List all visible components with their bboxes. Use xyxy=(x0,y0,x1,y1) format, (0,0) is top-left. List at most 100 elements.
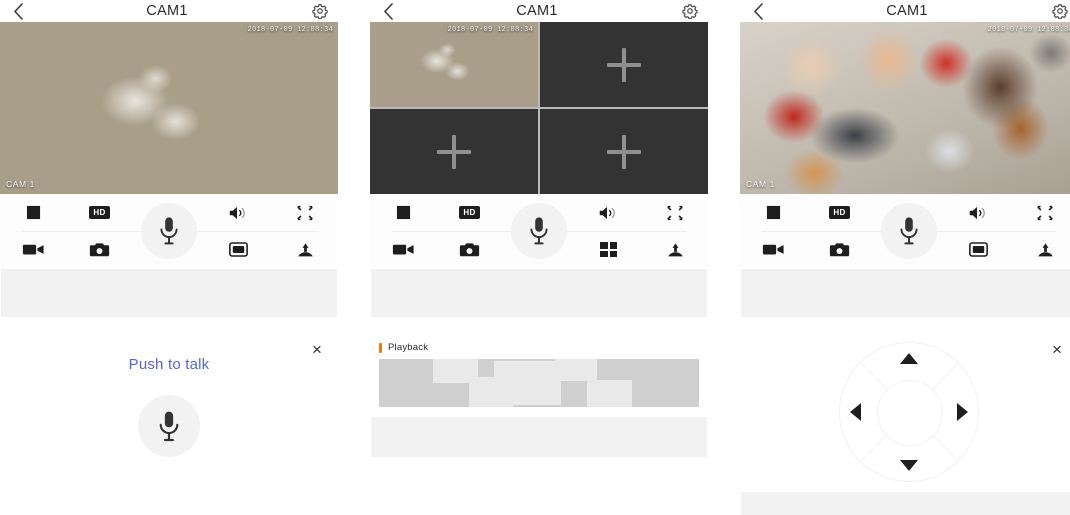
quad-cell-glyph xyxy=(600,250,608,257)
ptz-foot-band xyxy=(741,492,1070,515)
gear-glyph xyxy=(1052,4,1068,19)
layout-single-button[interactable] xyxy=(954,233,1004,267)
gear-glyph xyxy=(312,4,328,19)
ptz-right-button[interactable] xyxy=(957,403,968,421)
single-view-icon xyxy=(229,242,248,257)
panel-gutter-1 xyxy=(338,0,370,515)
stop-icon xyxy=(396,205,410,220)
band-gap-2 xyxy=(370,317,708,328)
video-record-icon xyxy=(762,244,784,255)
volume-button[interactable] xyxy=(214,196,264,230)
mic-toggle-button[interactable] xyxy=(881,203,937,259)
quad-cell-2[interactable] xyxy=(540,22,708,107)
fullscreen-button[interactable] xyxy=(650,196,700,230)
video-stage-quad[interactable]: 2018-07-09 12:08:34 xyxy=(370,22,708,194)
ptz-button[interactable] xyxy=(650,233,700,267)
stop-icon xyxy=(26,205,40,220)
speaker-icon xyxy=(229,206,245,219)
ptz-left-button[interactable] xyxy=(850,403,861,421)
snapshot-button[interactable] xyxy=(445,233,495,267)
gear-glyph xyxy=(682,4,698,19)
quality-button[interactable]: HD xyxy=(445,196,495,230)
stop-button[interactable] xyxy=(748,196,798,230)
video-frame-supermarket xyxy=(740,22,1070,194)
quad-grid: 2018-07-09 12:08:34 xyxy=(370,22,708,194)
stop-button[interactable] xyxy=(378,196,428,230)
ptz-down-button[interactable] xyxy=(900,460,918,471)
playback-timeline[interactable] xyxy=(379,359,699,407)
video-camera-label: CAM 1 xyxy=(6,179,35,189)
volume-button[interactable] xyxy=(954,196,1004,230)
single-view-icon xyxy=(969,242,988,257)
hd-badge: HD xyxy=(89,206,110,219)
quad-cell-3[interactable] xyxy=(370,109,538,194)
record-button[interactable] xyxy=(8,233,58,267)
stop-button[interactable] xyxy=(8,196,58,230)
panel-gutter-2 xyxy=(708,0,740,515)
layout-single-button[interactable] xyxy=(214,233,264,267)
playback-foot-band xyxy=(371,417,707,457)
layout-quad-button[interactable] xyxy=(584,233,634,267)
quad-cell-4[interactable] xyxy=(540,109,708,194)
microphone-icon xyxy=(159,411,179,441)
speaker-icon xyxy=(599,206,615,219)
panel-quad-playback: CAM1 2018-07-09 12:08:34 HD Playback xyxy=(370,0,708,515)
snapshot-button[interactable] xyxy=(815,233,865,267)
filler-band-1 xyxy=(1,269,337,317)
close-icon[interactable]: × xyxy=(307,339,327,359)
video-record-icon xyxy=(392,244,414,255)
page-title: CAM1 xyxy=(146,3,188,19)
quality-button[interactable]: HD xyxy=(815,196,865,230)
chevron-left-glyph xyxy=(13,2,23,20)
player-toolbar-3: HD xyxy=(740,194,1070,268)
mic-toggle-button[interactable] xyxy=(141,203,197,259)
ptz-foot-gap xyxy=(740,482,1070,492)
record-button[interactable] xyxy=(748,233,798,267)
video-stage-1[interactable]: 2018-07-09 12:08:34 CAM 1 xyxy=(0,22,338,194)
fullscreen-icon xyxy=(1037,205,1053,220)
quad-cell-glyph xyxy=(609,250,617,257)
camera-icon xyxy=(89,242,110,256)
fullscreen-button[interactable] xyxy=(280,196,330,230)
playback-title: Playback xyxy=(388,342,429,353)
player-toolbar-1: HD xyxy=(0,194,338,268)
video-stage-3[interactable]: 2018-07-09 12:08:34 CAM 1 xyxy=(740,22,1070,194)
band-gap-3 xyxy=(740,317,1070,328)
push-to-talk-button[interactable] xyxy=(138,395,200,457)
add-camera-icon xyxy=(437,134,471,169)
quad-cell-glyph xyxy=(609,242,617,249)
app-header-1: CAM1 xyxy=(0,0,338,22)
ptz-button[interactable] xyxy=(1020,233,1070,267)
player-toolbar-2: HD xyxy=(370,194,708,268)
fullscreen-icon xyxy=(667,205,683,220)
hd-badge: HD xyxy=(459,206,480,219)
app-header-3: CAM1 xyxy=(740,0,1070,22)
hd-badge: HD xyxy=(829,206,850,219)
quad-cell-1[interactable]: 2018-07-09 12:08:34 xyxy=(370,22,538,107)
timeline-segment[interactable] xyxy=(555,359,597,382)
speaker-icon xyxy=(969,206,985,219)
fullscreen-button[interactable] xyxy=(1020,196,1070,230)
filler-band-2 xyxy=(371,269,707,317)
gear-icon[interactable] xyxy=(681,2,699,20)
close-icon[interactable]: × xyxy=(1047,339,1067,359)
microphone-icon xyxy=(900,217,918,245)
screenshot-root: CAM1 2018-07-09 12:08:34 CAM 1 HD × Push… xyxy=(0,0,1070,515)
ptz-divider xyxy=(909,411,960,462)
ptz-up-button[interactable] xyxy=(900,353,918,364)
ptz-button[interactable] xyxy=(280,233,330,267)
timeline-segment[interactable] xyxy=(494,360,562,406)
camera-icon xyxy=(829,242,850,256)
quality-button[interactable]: HD xyxy=(75,196,125,230)
add-camera-icon xyxy=(607,47,641,82)
snapshot-button[interactable] xyxy=(75,233,125,267)
ptz-dpad xyxy=(839,342,979,482)
timeline-segment[interactable] xyxy=(587,380,632,407)
ptz-divider xyxy=(859,362,910,413)
volume-button[interactable] xyxy=(584,196,634,230)
mic-toggle-button[interactable] xyxy=(511,203,567,259)
page-title: CAM1 xyxy=(886,3,928,19)
record-button[interactable] xyxy=(378,233,428,267)
gear-icon[interactable] xyxy=(1051,2,1069,20)
gear-icon[interactable] xyxy=(311,2,329,20)
